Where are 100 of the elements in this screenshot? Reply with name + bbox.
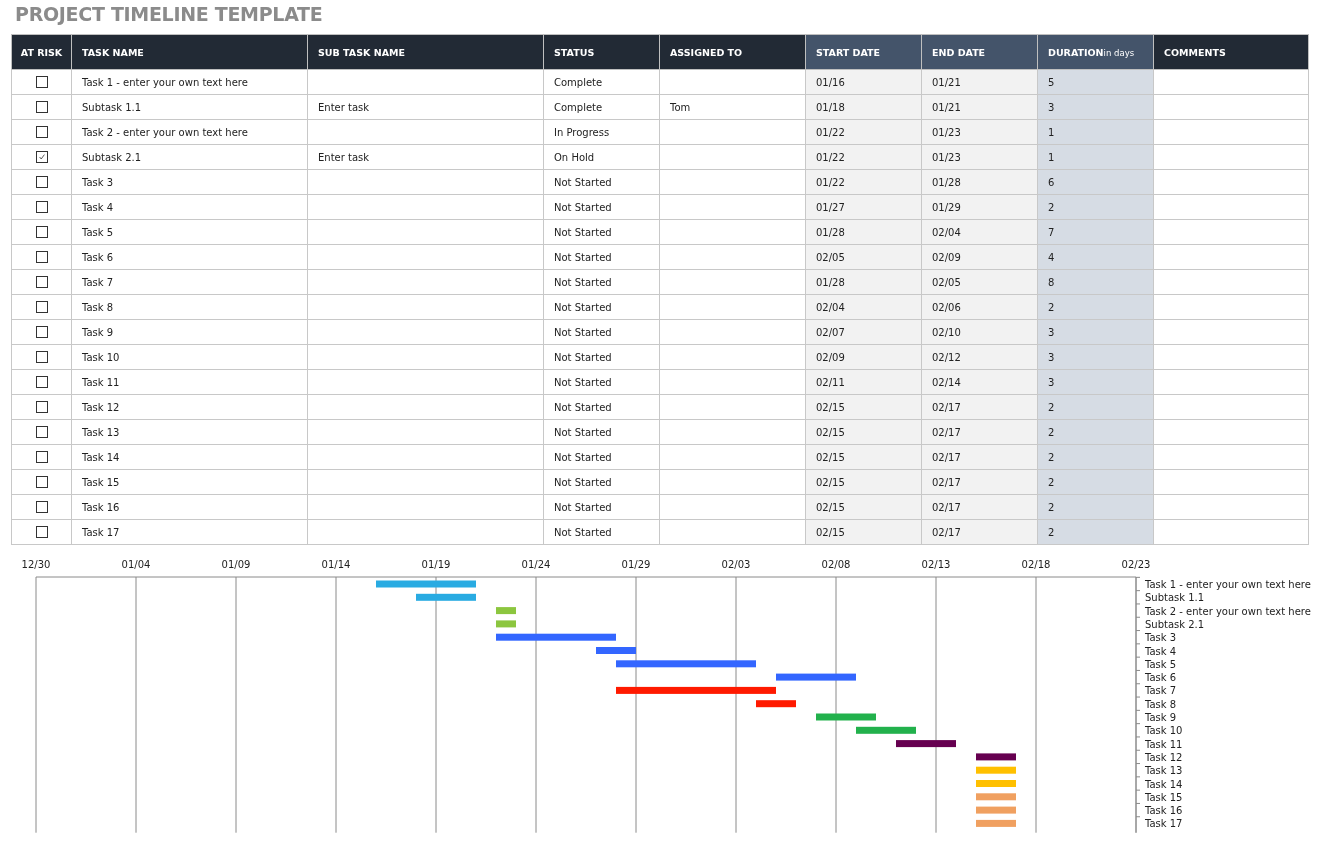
start-date: 02/15 bbox=[816, 526, 845, 538]
end-date: 02/17 bbox=[932, 476, 961, 488]
column-header: AT RISK bbox=[11, 34, 72, 70]
checkbox[interactable] bbox=[35, 526, 48, 538]
duration-value: 4 bbox=[1048, 251, 1055, 263]
status-text: Not Started bbox=[554, 276, 612, 288]
task-label: Task 11 bbox=[1145, 738, 1183, 750]
task-label: Task 17 bbox=[1145, 818, 1183, 830]
page-title: PROJECT TIMELINE TEMPLATE bbox=[15, 2, 324, 27]
start-date: 01/16 bbox=[816, 76, 845, 88]
end-date: 02/17 bbox=[932, 426, 961, 438]
duration-value: 2 bbox=[1048, 426, 1055, 438]
checkbox[interactable] bbox=[35, 201, 48, 213]
end-date: 02/10 bbox=[932, 326, 961, 338]
checkbox[interactable] bbox=[35, 476, 48, 488]
axis-date-label: 01/19 bbox=[421, 559, 451, 570]
checkbox[interactable] bbox=[35, 176, 48, 188]
task-name: Task 6 bbox=[82, 251, 114, 263]
checkbox[interactable] bbox=[35, 451, 48, 463]
checkbox[interactable] bbox=[35, 301, 48, 313]
checkbox[interactable] bbox=[35, 351, 48, 363]
end-date: 02/05 bbox=[932, 276, 961, 288]
task-label: Task 6 bbox=[1145, 672, 1177, 684]
task-label: Task 2 - enter your own text here bbox=[1145, 605, 1311, 617]
task-label: Task 14 bbox=[1145, 778, 1183, 790]
task-name: Task 14 bbox=[82, 451, 120, 463]
task-name: Task 2 - enter your own text here bbox=[82, 126, 248, 138]
end-date: 01/23 bbox=[932, 126, 961, 138]
checkbox[interactable] bbox=[35, 76, 48, 88]
end-date: 02/17 bbox=[932, 526, 961, 538]
column-header: START DATE bbox=[805, 34, 922, 70]
start-date: 02/04 bbox=[816, 301, 845, 313]
checkbox[interactable] bbox=[35, 376, 48, 388]
task-name: Task 11 bbox=[82, 376, 120, 388]
checkbox[interactable] bbox=[35, 151, 48, 163]
start-date: 01/28 bbox=[816, 276, 845, 288]
task-label: Task 12 bbox=[1145, 751, 1183, 763]
duration-value: 2 bbox=[1048, 526, 1055, 538]
checkbox[interactable] bbox=[35, 226, 48, 238]
status-text: Not Started bbox=[554, 476, 612, 488]
duration-value: 5 bbox=[1048, 76, 1055, 88]
column-header: STATUS bbox=[543, 34, 660, 70]
start-date: 02/11 bbox=[816, 376, 845, 388]
task-name: Task 15 bbox=[82, 476, 120, 488]
start-date: 02/15 bbox=[816, 401, 845, 413]
axis-date-label: 02/18 bbox=[1021, 559, 1051, 570]
task-label: Task 13 bbox=[1145, 765, 1183, 777]
axis-date-label: 02/23 bbox=[1121, 559, 1151, 570]
duration-value: 2 bbox=[1048, 476, 1055, 488]
checkbox[interactable] bbox=[35, 101, 48, 113]
end-date: 01/28 bbox=[932, 176, 961, 188]
duration-value: 3 bbox=[1048, 326, 1055, 338]
end-date: 01/21 bbox=[932, 76, 961, 88]
subtask-name: Enter task bbox=[318, 101, 370, 113]
end-date: 01/23 bbox=[932, 151, 961, 163]
task-name: Subtask 2.1 bbox=[82, 151, 142, 163]
task-label: Subtask 1.1 bbox=[1145, 592, 1205, 604]
task-name: Task 5 bbox=[82, 226, 114, 238]
task-label: Task 3 bbox=[1145, 632, 1177, 644]
checkbox[interactable] bbox=[35, 276, 48, 288]
duration-value: 2 bbox=[1048, 401, 1055, 413]
start-date: 01/27 bbox=[816, 201, 845, 213]
task-label: Task 4 bbox=[1145, 645, 1177, 657]
checkbox[interactable] bbox=[35, 126, 48, 138]
start-date: 02/15 bbox=[816, 451, 845, 463]
checkbox[interactable] bbox=[35, 426, 48, 438]
status-text: Complete bbox=[554, 101, 603, 113]
checkbox[interactable] bbox=[35, 401, 48, 413]
status-text: Complete bbox=[554, 76, 603, 88]
axis-date-label: 01/14 bbox=[321, 559, 351, 570]
status-text: Not Started bbox=[554, 426, 612, 438]
start-date: 01/22 bbox=[816, 126, 845, 138]
end-date: 02/06 bbox=[932, 301, 961, 313]
duration-value: 3 bbox=[1048, 376, 1055, 388]
start-date: 02/07 bbox=[816, 326, 845, 338]
status-text: Not Started bbox=[554, 401, 612, 413]
task-label: Task 1 - enter your own text here bbox=[1145, 579, 1311, 590]
checkbox[interactable] bbox=[35, 251, 48, 263]
task-name: Task 1 - enter your own text here bbox=[82, 76, 248, 88]
start-date: 02/15 bbox=[816, 501, 845, 513]
checkmark-icon bbox=[37, 153, 46, 161]
checkbox[interactable] bbox=[35, 501, 48, 513]
task-name: Task 12 bbox=[82, 401, 120, 413]
axis-date-label: 01/24 bbox=[521, 559, 551, 570]
duration-value: 2 bbox=[1048, 201, 1055, 213]
start-date: 01/22 bbox=[816, 151, 845, 163]
axis-date-label: 01/04 bbox=[121, 559, 151, 570]
status-text: Not Started bbox=[554, 501, 612, 513]
duration-value: 3 bbox=[1048, 351, 1055, 363]
column-header: TASK NAME bbox=[71, 34, 308, 70]
status-text: Not Started bbox=[554, 201, 612, 213]
start-date: 01/18 bbox=[816, 101, 845, 113]
duration-value: 2 bbox=[1048, 451, 1055, 463]
status-text: Not Started bbox=[554, 526, 612, 538]
duration-value: 1 bbox=[1048, 151, 1055, 163]
end-date: 02/17 bbox=[932, 401, 961, 413]
checkbox[interactable] bbox=[35, 326, 48, 338]
column-header: ASSIGNED TO bbox=[659, 34, 806, 70]
column-header: SUB TASK NAME bbox=[307, 34, 544, 70]
status-text: Not Started bbox=[554, 351, 612, 363]
